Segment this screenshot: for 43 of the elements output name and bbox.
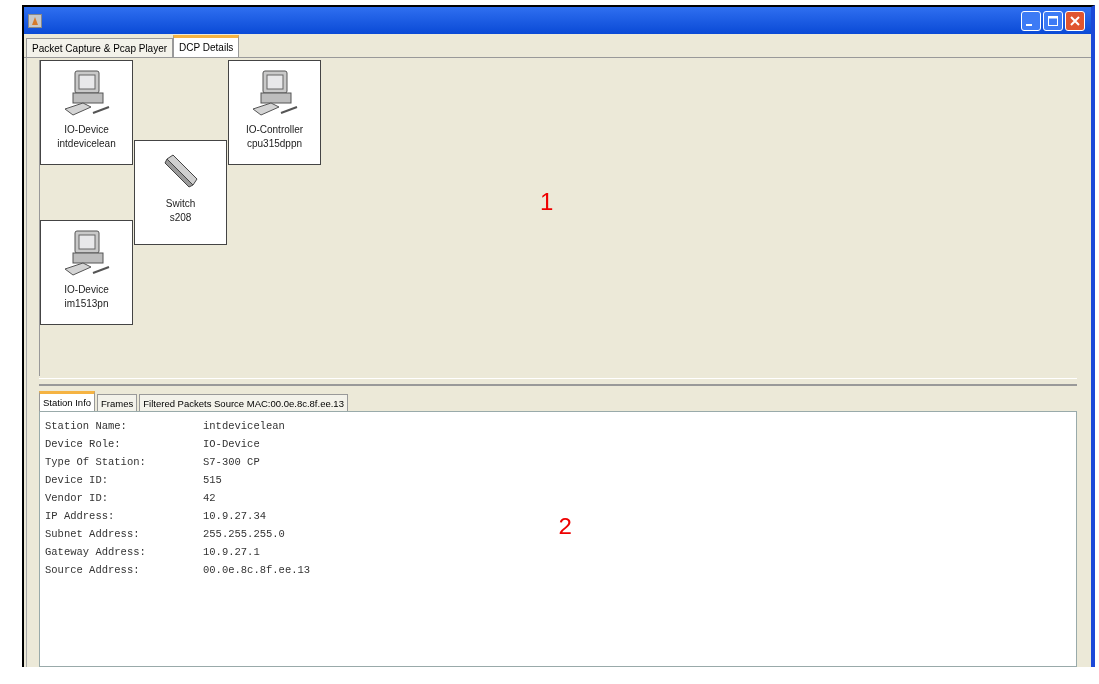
field-value: 10.9.27.34	[203, 510, 266, 522]
splitter[interactable]	[39, 378, 1077, 386]
node-role: IO-Device	[64, 283, 109, 297]
field-value: 255.255.255.0	[203, 528, 285, 540]
device-node[interactable]: IO-Device intdevicelean	[40, 60, 133, 165]
annotation-number: 1	[540, 188, 554, 216]
field-label: Device ID:	[45, 474, 109, 486]
field-label: IP Address:	[45, 510, 116, 522]
minimize-icon	[1026, 23, 1032, 26]
node-role: IO-Device	[64, 123, 109, 137]
tab[interactable]: DCP Details	[173, 35, 240, 57]
field-value: 42	[203, 492, 216, 504]
field-value: 10.9.27.1	[203, 546, 260, 558]
tab[interactable]: Frames	[97, 394, 138, 411]
annotation-number: 2	[558, 514, 573, 541]
field-label: Device Role:	[45, 438, 122, 450]
node-name: s208	[169, 211, 192, 225]
field-value: 00.0e.8c.8f.ee.13	[203, 564, 311, 576]
field-label: Source Address:	[45, 564, 141, 576]
node-name: intdevicelean	[57, 137, 116, 151]
field-label: Vendor ID:	[45, 492, 109, 504]
field-label: Type Of Station:	[45, 456, 147, 468]
node-role: Switch	[165, 197, 196, 211]
field-value: S7-300 CP	[203, 456, 260, 468]
field-value: 515	[203, 474, 222, 486]
tab[interactable]: Filtered Packets Source MAC:00.0e.8c.8f.ee.13	[139, 394, 348, 411]
field-value: intdevicelean	[203, 420, 285, 432]
minimize-button[interactable]	[1021, 10, 1041, 31]
field-label: Station Name:	[45, 420, 128, 432]
app-icon	[28, 13, 42, 28]
node-name: cpu315dppn	[246, 137, 303, 151]
node-name: im1513pn	[64, 297, 109, 311]
maximize-button[interactable]	[1043, 10, 1063, 31]
device-node[interactable]: Switch s208	[134, 140, 227, 245]
field-value: IO-Device	[203, 438, 260, 450]
device-node[interactable]: IO-Device im1513pn	[40, 220, 133, 325]
node-role: IO-Controller	[245, 123, 304, 137]
close-button[interactable]	[1065, 10, 1085, 31]
tab[interactable]: Packet Capture & Pcap Player	[26, 38, 174, 57]
field-label: Gateway Address:	[45, 546, 147, 558]
tab[interactable]: Station Info	[39, 391, 96, 411]
field-label: Subnet Address:	[45, 528, 141, 540]
device-node[interactable]: IO-Controller cpu315dppn	[228, 60, 321, 165]
